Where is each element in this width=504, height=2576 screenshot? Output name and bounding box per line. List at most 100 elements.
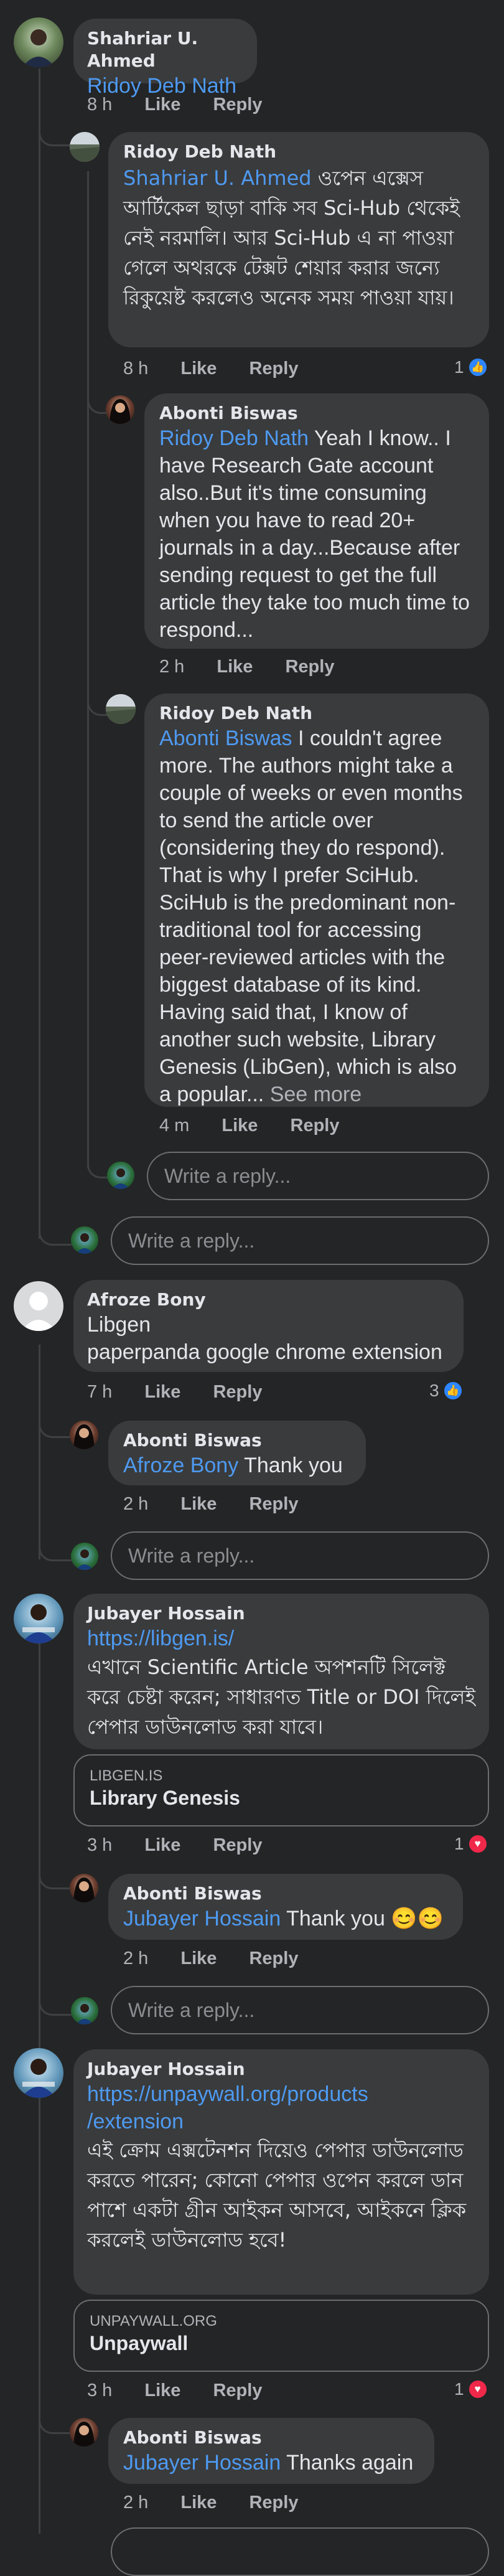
- comment-text: এই ক্রোম এক্সটেনশন দিয়েও পেপার ডাউনলোড …: [87, 2138, 467, 2252]
- reply-input[interactable]: Write a reply...: [111, 1216, 489, 1265]
- thread-line: [87, 171, 89, 1167]
- reaction-count[interactable]: 1 ♥: [454, 1834, 488, 1854]
- thumbs-up-icon: 👍: [467, 357, 488, 377]
- comment-time[interactable]: 2 h: [159, 657, 184, 677]
- reply-button[interactable]: Reply: [213, 1382, 262, 1402]
- comment-time[interactable]: 2 h: [123, 2493, 148, 2513]
- comment-text: এখানে Scientific Article অপশনটি সিলেক্ট …: [87, 1655, 475, 1739]
- comment-author[interactable]: Abonti Biswas: [159, 402, 474, 425]
- mention-link[interactable]: Jubayer Hossain: [123, 1907, 281, 1930]
- comment-actions: 2 h Like Reply: [123, 2491, 325, 2514]
- mention-link[interactable]: Shahriar U. Ahmed: [123, 166, 312, 190]
- comment-author[interactable]: Jubayer Hossain: [87, 1602, 475, 1625]
- comment-author[interactable]: Ridoy Deb Nath: [159, 702, 474, 725]
- comment-author[interactable]: Jubayer Hossain: [87, 2058, 475, 2080]
- reply-placeholder: Write a reply...: [128, 1544, 255, 1567]
- avatar[interactable]: [70, 1421, 98, 1449]
- avatar[interactable]: [106, 395, 134, 424]
- reply-button[interactable]: Reply: [249, 1948, 298, 1968]
- like-button[interactable]: Like: [180, 2493, 217, 2513]
- like-button[interactable]: Like: [222, 1116, 258, 1135]
- thread-connector: [39, 1541, 72, 1561]
- comment-actions: 8 h Like Reply: [123, 357, 325, 380]
- reply-input[interactable]: [111, 2527, 489, 2576]
- mention-link[interactable]: Jubayer Hossain: [123, 2451, 281, 2475]
- reply-button[interactable]: Reply: [213, 95, 262, 115]
- like-button[interactable]: Like: [180, 359, 217, 378]
- comment-time[interactable]: 8 h: [123, 359, 148, 378]
- thumbs-up-icon: 👍: [442, 1381, 463, 1401]
- reply-placeholder: Write a reply...: [128, 1229, 255, 1252]
- mention-link[interactable]: Ridoy Deb Nath: [159, 426, 309, 450]
- avatar[interactable]: [106, 694, 136, 724]
- thread-line: [39, 1345, 40, 1559]
- like-button[interactable]: Like: [144, 2381, 180, 2400]
- mention-link[interactable]: Abonti Biswas: [159, 726, 292, 750]
- comment-author[interactable]: Abonti Biswas: [123, 2427, 419, 2449]
- comment-bubble: Jubayer Hossain https://libgen.is/ এখানে…: [73, 1594, 489, 1749]
- comment-time[interactable]: 2 h: [123, 1494, 148, 1514]
- reply-button[interactable]: Reply: [213, 2381, 262, 2400]
- avatar[interactable]: [14, 2048, 63, 2098]
- reaction-count-value: 3: [429, 1381, 439, 1400]
- comment-time[interactable]: 3 h: [87, 1835, 112, 1855]
- reply-button[interactable]: Reply: [249, 359, 298, 378]
- comment-author[interactable]: Abonti Biswas: [123, 1883, 448, 1905]
- like-button[interactable]: Like: [180, 1948, 217, 1968]
- see-more-link[interactable]: See more: [270, 1083, 362, 1106]
- like-button[interactable]: Like: [217, 657, 253, 677]
- reply-input[interactable]: Write a reply...: [147, 1152, 489, 1200]
- mention-link[interactable]: Afroze Bony: [123, 1454, 238, 1477]
- comment-time[interactable]: 7 h: [87, 1382, 112, 1402]
- like-button[interactable]: Like: [144, 95, 180, 115]
- comment-author[interactable]: Abonti Biswas: [123, 1429, 351, 1452]
- avatar[interactable]: [14, 1594, 63, 1643]
- url-link[interactable]: https://unpaywall.org/products: [87, 2082, 368, 2106]
- reply-input[interactable]: Write a reply...: [111, 1531, 489, 1580]
- comment-time[interactable]: 3 h: [87, 2381, 112, 2400]
- comment-actions: 7 h Like Reply: [87, 1381, 289, 1403]
- comment-text: Thank you: [244, 1454, 343, 1477]
- reply-button[interactable]: Reply: [213, 1835, 262, 1855]
- thread-line: [39, 68, 40, 1239]
- heart-icon: ♥: [467, 2379, 488, 2399]
- comment-time[interactable]: 2 h: [123, 1948, 148, 1968]
- thread-connector: [39, 118, 72, 146]
- url-link[interactable]: /extension: [87, 2110, 184, 2133]
- comment-bubble: Shahriar U. Ahmed Ridoy Deb Nath: [73, 19, 257, 98]
- reaction-count[interactable]: 3 👍: [429, 1381, 463, 1401]
- comment-text: Thank you 😊😊: [286, 1907, 444, 1930]
- reply-button[interactable]: Reply: [291, 1116, 340, 1135]
- reply-input[interactable]: Write a reply...: [111, 1986, 489, 2034]
- avatar: [71, 1226, 98, 1254]
- avatar[interactable]: [70, 2418, 98, 2447]
- preview-title: Library Genesis: [90, 1787, 240, 1809]
- link-preview-card[interactable]: UNPAYWALL.ORG Unpaywall: [73, 2300, 489, 2372]
- comment-text: I couldn't agree more. The authors might…: [159, 726, 463, 1106]
- comment-time[interactable]: 8 h: [87, 95, 112, 115]
- link-preview-card[interactable]: LIBGEN.IS Library Genesis: [73, 1754, 489, 1826]
- reaction-count[interactable]: 1 ♥: [454, 2379, 488, 2399]
- reply-button[interactable]: Reply: [285, 657, 334, 677]
- like-button[interactable]: Like: [144, 1835, 180, 1855]
- comment-author[interactable]: Afroze Bony: [87, 1289, 450, 1311]
- comment-actions: 8 h Like Reply: [87, 93, 289, 116]
- avatar[interactable]: [14, 1281, 63, 1331]
- reaction-count-value: 1: [454, 357, 464, 377]
- reply-button[interactable]: Reply: [249, 1494, 298, 1514]
- url-link[interactable]: https://libgen.is/: [87, 1627, 234, 1650]
- comment-time[interactable]: 4 m: [159, 1116, 189, 1135]
- avatar[interactable]: [70, 132, 100, 162]
- like-button[interactable]: Like: [144, 1382, 180, 1402]
- comment-author[interactable]: Ridoy Deb Nath: [123, 141, 474, 163]
- comment-bubble: Afroze Bony Libgen paperpanda google chr…: [73, 1280, 464, 1372]
- reply-button[interactable]: Reply: [249, 2493, 298, 2513]
- reaction-count[interactable]: 1 👍: [454, 357, 488, 377]
- comment-author[interactable]: Shahriar U. Ahmed: [87, 27, 243, 72]
- comment-actions: 2 h Like Reply: [123, 1947, 325, 1970]
- comment-text: Libgen: [87, 1313, 151, 1337]
- like-button[interactable]: Like: [180, 1494, 217, 1514]
- heart-icon: ♥: [467, 1834, 488, 1854]
- avatar[interactable]: [14, 17, 63, 67]
- avatar[interactable]: [70, 1874, 98, 1902]
